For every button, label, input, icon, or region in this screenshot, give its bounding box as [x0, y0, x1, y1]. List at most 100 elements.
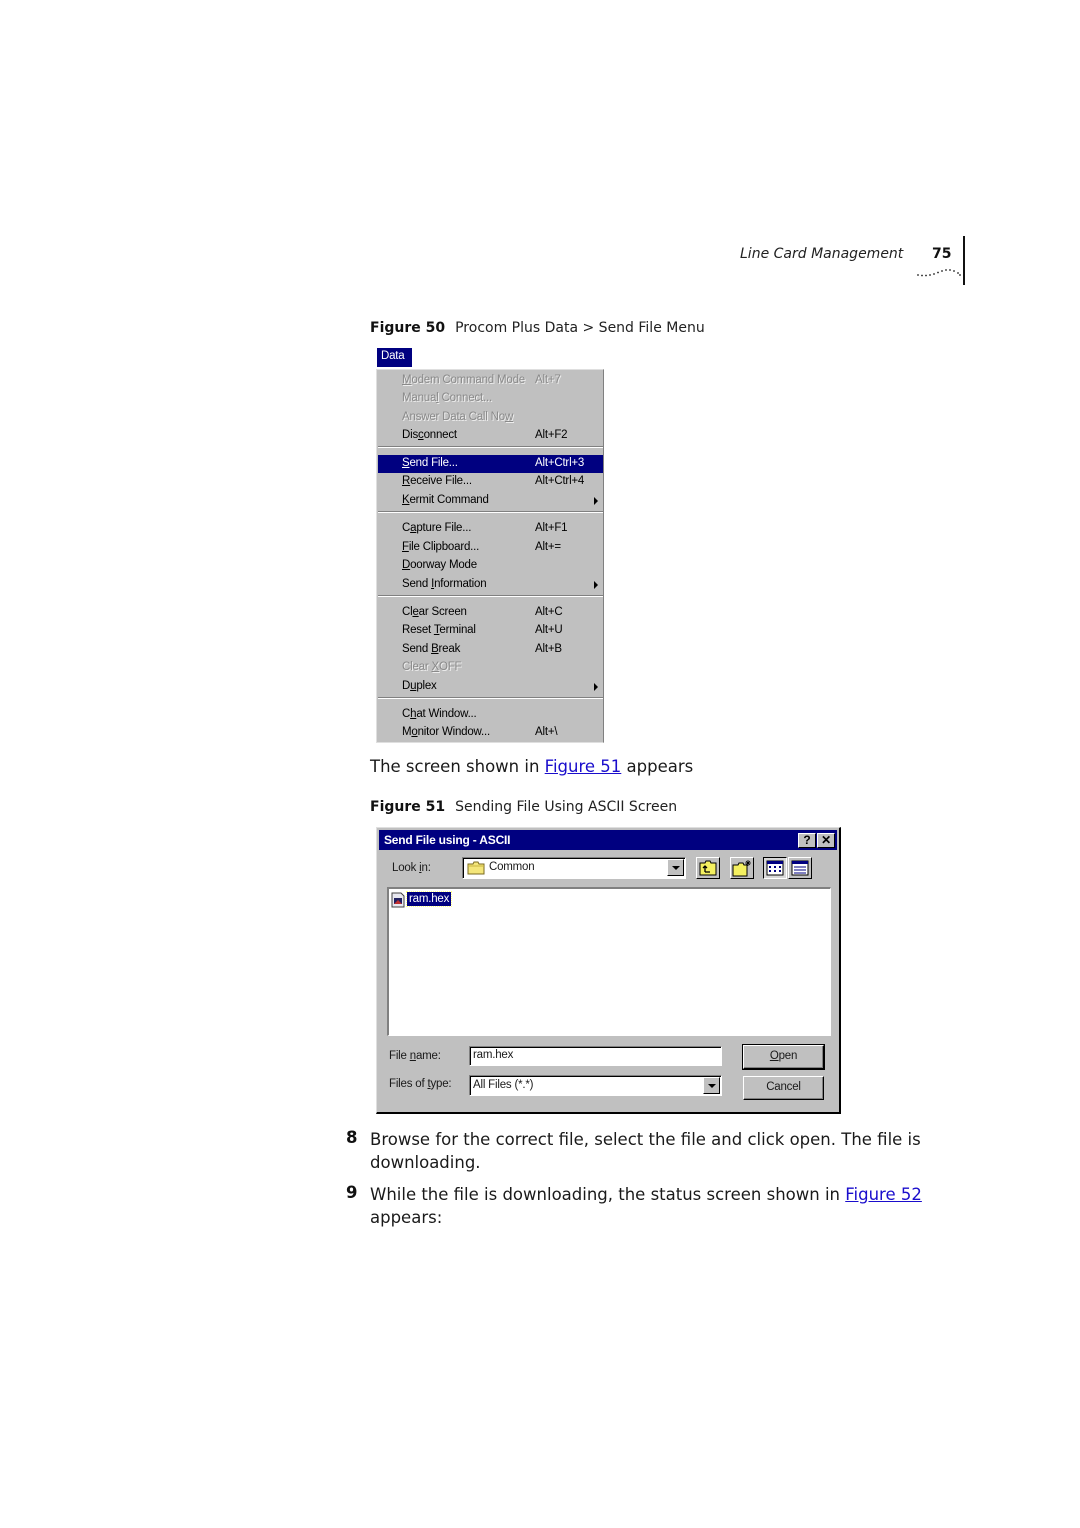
- menu-item-clear-screen[interactable]: Clear Screen Alt+C: [378, 604, 603, 622]
- menu-item-shortcut: Alt+C: [535, 606, 563, 618]
- menu-item-shortcut: Alt+=: [535, 541, 561, 553]
- figure-51-caption: Figure 51 Sending File Using ASCII Screen: [370, 799, 677, 815]
- dialog-title: Send File using - ASCII: [384, 833, 511, 847]
- file-name-label: File name:: [389, 1050, 441, 1062]
- folder-icon: [467, 861, 485, 875]
- data-menu-title[interactable]: Data: [377, 348, 412, 367]
- menu-item-label: Receive File...: [402, 475, 472, 487]
- files-of-type-label: Files of type:: [389, 1078, 452, 1090]
- menu-item-send-information[interactable]: Send Information: [378, 576, 603, 594]
- step-9-line-2: appears:: [370, 1208, 443, 1227]
- cancel-button[interactable]: Cancel: [743, 1076, 824, 1100]
- menu-item-label: Send Break: [402, 643, 461, 655]
- look-in-label: Look in:: [392, 862, 431, 874]
- menu-item-label: Monitor Window...: [402, 726, 491, 738]
- figure-51-caption-text: Sending File Using ASCII Screen: [455, 799, 678, 815]
- menu-item-shortcut: Alt+Ctrl+3: [535, 457, 585, 469]
- step-9-prefix: While the file is downloading, the statu…: [370, 1185, 846, 1204]
- data-menu-title-label: Data: [381, 350, 405, 362]
- data-menu-dropdown: Modem Command Mode Alt+7 Manual Connect...…: [376, 369, 604, 743]
- page-dots-ornament: [917, 269, 961, 277]
- figure-50-label: Figure 50: [370, 320, 446, 336]
- menu-item-shortcut: Alt+F1: [535, 522, 568, 534]
- menu-item-shortcut: Alt+Ctrl+4: [535, 475, 585, 487]
- file-item-name: ram.hex: [405, 891, 453, 907]
- file-name-input[interactable]: ram.hex: [469, 1046, 722, 1066]
- look-in-value: Common: [489, 861, 535, 873]
- file-icon: [391, 892, 405, 908]
- menu-item-reset-terminal[interactable]: Reset Terminal Alt+U: [378, 622, 603, 640]
- files-of-type-value: All Files (*.*): [473, 1079, 534, 1091]
- screen-shown-suffix: appears: [621, 757, 694, 776]
- menu-item-label: File Clipboard...: [402, 541, 480, 553]
- menu-item-label: Kermit Command: [402, 494, 489, 506]
- step-8-line-1: Browse for the correct file, select the …: [370, 1130, 921, 1149]
- figure-50-caption: Figure 50 Procom Plus Data > Send File Me…: [370, 320, 705, 336]
- menu-item-doorway-mode[interactable]: Doorway Mode: [378, 557, 603, 575]
- files-of-type-dropdown[interactable]: All Files (*.*): [469, 1075, 722, 1096]
- screen-shown-prefix: The screen shown in: [370, 757, 545, 776]
- menu-item-kermit-command[interactable]: Kermit Command: [378, 492, 603, 510]
- look-in-dropdown-arrow[interactable]: [667, 859, 684, 876]
- look-in-dropdown[interactable]: Common: [462, 857, 686, 879]
- menu-item-label: Capture File...: [402, 522, 472, 534]
- create-new-folder-button[interactable]: [730, 857, 754, 879]
- screen-shown-paragraph: The screen shown in Figure 51 appears: [370, 755, 693, 778]
- menu-item-label: Duplex: [402, 680, 437, 692]
- menu-item-duplex[interactable]: Duplex: [378, 678, 603, 696]
- menu-item-chat-window[interactable]: Chat Window...: [378, 706, 603, 724]
- menu-item-label: Modem Command Mode: [402, 374, 525, 386]
- page-number: 75: [932, 246, 952, 262]
- menu-item-send-file[interactable]: Send File... Alt+Ctrl+3: [378, 455, 603, 473]
- submenu-arrow-icon: [594, 581, 598, 589]
- page-corner-rule: [963, 236, 965, 285]
- menu-item-label: Doorway Mode: [402, 559, 477, 571]
- new-folder-icon: [732, 860, 751, 877]
- step-9-number: 9: [346, 1183, 358, 1202]
- step-8-line-2: downloading.: [370, 1153, 481, 1172]
- help-button[interactable]: ?: [798, 833, 816, 848]
- menu-item-manual-connect: Manual Connect...: [378, 390, 603, 408]
- menu-separator: [378, 446, 603, 448]
- menu-item-label: Manual Connect...: [402, 392, 492, 404]
- menu-item-receive-file[interactable]: Receive File... Alt+Ctrl+4: [378, 473, 603, 491]
- send-file-dialog: Send File using - ASCII ? ✕ Look in: Com…: [376, 827, 841, 1114]
- figure-51-label: Figure 51: [370, 799, 446, 815]
- menu-item-capture-file[interactable]: Capture File... Alt+F1: [378, 520, 603, 538]
- menu-item-shortcut: Alt+B: [535, 643, 562, 655]
- step-9-text: While the file is downloading, the statu…: [370, 1183, 950, 1229]
- file-list[interactable]: ram.hex: [387, 887, 831, 1036]
- menu-item-disconnect[interactable]: Disconnect Alt+F2: [378, 427, 603, 445]
- step-8-text: Browse for the correct file, select the …: [370, 1128, 930, 1174]
- menu-item-file-clipboard[interactable]: File Clipboard... Alt+=: [378, 539, 603, 557]
- menu-item-label: Reset Terminal: [402, 624, 476, 636]
- menu-item-clear-xoff: Clear XOFF: [378, 659, 603, 677]
- details-view-button[interactable]: [788, 857, 812, 879]
- menu-item-shortcut: Alt+U: [535, 624, 563, 636]
- list-view-icon: [766, 860, 784, 876]
- menu-item-send-break[interactable]: Send Break Alt+B: [378, 641, 603, 659]
- menu-separator: [378, 595, 603, 597]
- close-button[interactable]: ✕: [817, 833, 835, 848]
- menu-item-label: Send File...: [402, 457, 458, 469]
- menu-item-label: Answer Data Call Now: [402, 411, 514, 423]
- dialog-titlebar[interactable]: Send File using - ASCII ? ✕: [379, 830, 837, 850]
- cancel-button-label: Cancel: [766, 1081, 801, 1093]
- menu-item-modem-command-mode: Modem Command Mode Alt+7: [378, 372, 603, 390]
- menu-separator: [378, 511, 603, 513]
- list-view-button[interactable]: [763, 857, 787, 879]
- menu-item-label: Clear Screen: [402, 606, 467, 618]
- figure-50-caption-text: Procom Plus Data > Send File Menu: [455, 320, 705, 336]
- menu-item-label: Send Information: [402, 578, 487, 590]
- step-8-number: 8: [346, 1128, 358, 1147]
- figure-52-link[interactable]: Figure 52: [845, 1185, 922, 1204]
- menu-item-label: Disconnect: [402, 429, 457, 441]
- files-of-type-dropdown-arrow[interactable]: [703, 1077, 720, 1094]
- open-button[interactable]: Open: [742, 1044, 825, 1070]
- up-one-level-button[interactable]: [696, 857, 720, 879]
- menu-item-label: Chat Window...: [402, 708, 477, 720]
- menu-item-shortcut: Alt+\: [535, 726, 558, 738]
- menu-item-monitor-window[interactable]: Monitor Window... Alt+\: [378, 724, 603, 742]
- menu-item-shortcut: Alt+F2: [535, 429, 568, 441]
- figure-51-link[interactable]: Figure 51: [545, 757, 622, 776]
